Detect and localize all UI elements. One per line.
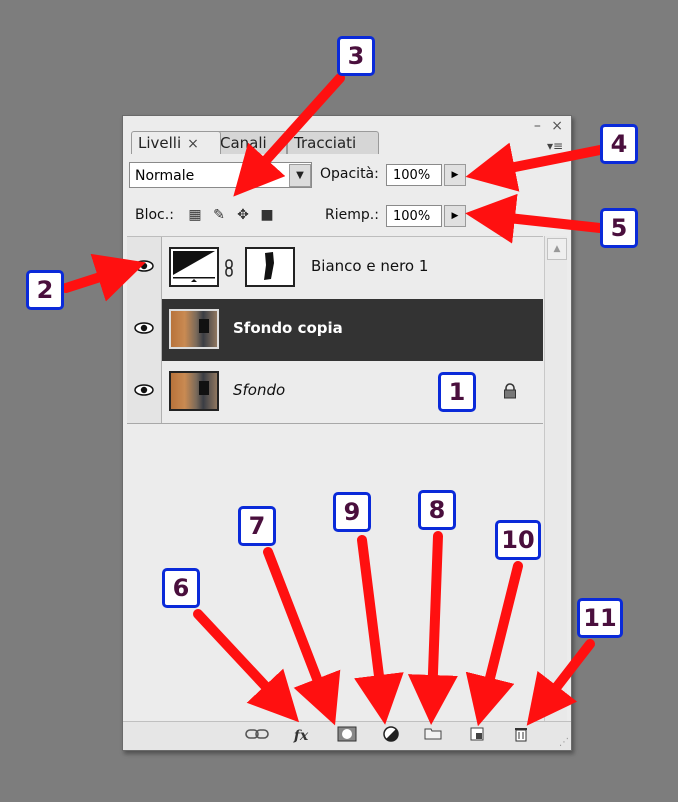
opacity-slider-arrow-icon[interactable]: ▶ [444, 164, 466, 186]
arrow-2 [61, 253, 146, 302]
callout-3: 3 [337, 36, 375, 76]
fx-label: fx [293, 728, 309, 744]
lock-all-icon[interactable]: ■ [259, 207, 275, 223]
layer-thumbnail[interactable] [169, 309, 219, 349]
minimize-button[interactable]: – [534, 118, 541, 134]
layer-thumbnail[interactable] [169, 371, 219, 411]
folder-icon[interactable] [421, 726, 445, 746]
adjustment-icon[interactable] [379, 726, 403, 746]
callout-9: 9 [333, 492, 371, 532]
callout-5: 5 [600, 208, 638, 248]
layer-row[interactable]: Bianco e nero 1 [127, 237, 543, 300]
layers-scrollbar[interactable]: ▲ [544, 236, 567, 722]
close-panel-button[interactable]: × [551, 118, 563, 134]
fx-icon[interactable]: fx [289, 726, 313, 746]
trash-icon[interactable] [509, 726, 533, 746]
lock-transparency-icon[interactable]: ▦ [187, 207, 203, 223]
mask-shape-icon [247, 249, 293, 285]
lock-icon [503, 383, 517, 399]
callout-10: 10 [495, 520, 541, 560]
chevron-down-icon[interactable]: ▼ [289, 164, 311, 187]
opacity-input[interactable]: 100% [386, 164, 442, 186]
lock-label: Bloc.: [135, 207, 174, 223]
opacity-label: Opacità: [320, 166, 379, 182]
tab-close-icon[interactable]: × [187, 136, 199, 152]
eye-icon [134, 322, 154, 334]
blend-mode-value: Normale [135, 168, 195, 184]
eye-icon [134, 260, 154, 272]
tab-label: Tracciati [294, 134, 357, 152]
layer-name: Sfondo [233, 381, 286, 399]
lock-move-icon[interactable]: ✥ [235, 207, 251, 223]
new-layer-icon[interactable] [465, 726, 489, 746]
layer-row[interactable]: Sfondo [127, 361, 543, 424]
layer-name: Sfondo copia [233, 319, 343, 337]
tab-label: Livelli [138, 134, 182, 152]
blend-mode-select[interactable]: Normale [129, 162, 312, 188]
window-controls: – × [528, 118, 563, 134]
visibility-toggle[interactable] [127, 237, 162, 299]
layer-mask-thumbnail[interactable] [245, 247, 295, 287]
layer-list: Bianco e nero 1 Sfondo copia Sfondo [127, 236, 543, 427]
callout-11: 11 [577, 598, 623, 638]
black-white-adjustment-icon [173, 251, 215, 282]
callout-7: 7 [238, 506, 276, 546]
link-icon[interactable] [245, 726, 269, 746]
visibility-toggle[interactable] [127, 361, 162, 423]
chain-link-icon[interactable] [224, 259, 234, 277]
lock-fill-row: Bloc.: ▦ ✎ ✥ ■ Riemp.: 100% ▶ [129, 204, 565, 230]
resize-grip-icon[interactable]: ⋰ [559, 737, 569, 748]
callout-2: 2 [26, 270, 64, 310]
fill-label: Riemp.: [325, 207, 379, 223]
callout-6: 6 [162, 568, 200, 608]
layers-panel: – × Livelli × Canali Tracciati ▾≡ Normale… [122, 115, 572, 751]
callout-4: 4 [600, 124, 638, 164]
eye-icon [134, 384, 154, 396]
tab-livelli[interactable]: Livelli × [131, 131, 221, 154]
scroll-up-arrow-icon[interactable]: ▲ [547, 238, 567, 260]
callout-1: 1 [438, 372, 476, 412]
tab-label: Canali [220, 134, 267, 152]
layer-name: Bianco e nero 1 [311, 257, 429, 275]
mask-icon[interactable] [335, 726, 359, 746]
photo-thumbnail-image [171, 311, 217, 347]
layer-row[interactable]: Sfondo copia [127, 299, 543, 362]
lock-brush-icon[interactable]: ✎ [211, 207, 227, 223]
panel-menu-icon[interactable]: ▾≡ [545, 138, 565, 154]
tab-tracciati[interactable]: Tracciati [287, 131, 379, 154]
bottom-toolbar: fx ⋰ [123, 721, 571, 750]
fill-input[interactable]: 100% [386, 205, 442, 227]
callout-8: 8 [418, 490, 456, 530]
blend-opacity-row: Normale ▼ Opacità: 100% ▶ [129, 162, 565, 190]
adjustment-thumbnail[interactable] [169, 247, 219, 287]
fill-slider-arrow-icon[interactable]: ▶ [444, 205, 466, 227]
photo-thumbnail-image [171, 373, 217, 409]
visibility-toggle[interactable] [127, 299, 162, 361]
tab-canali[interactable]: Canali [213, 131, 287, 154]
